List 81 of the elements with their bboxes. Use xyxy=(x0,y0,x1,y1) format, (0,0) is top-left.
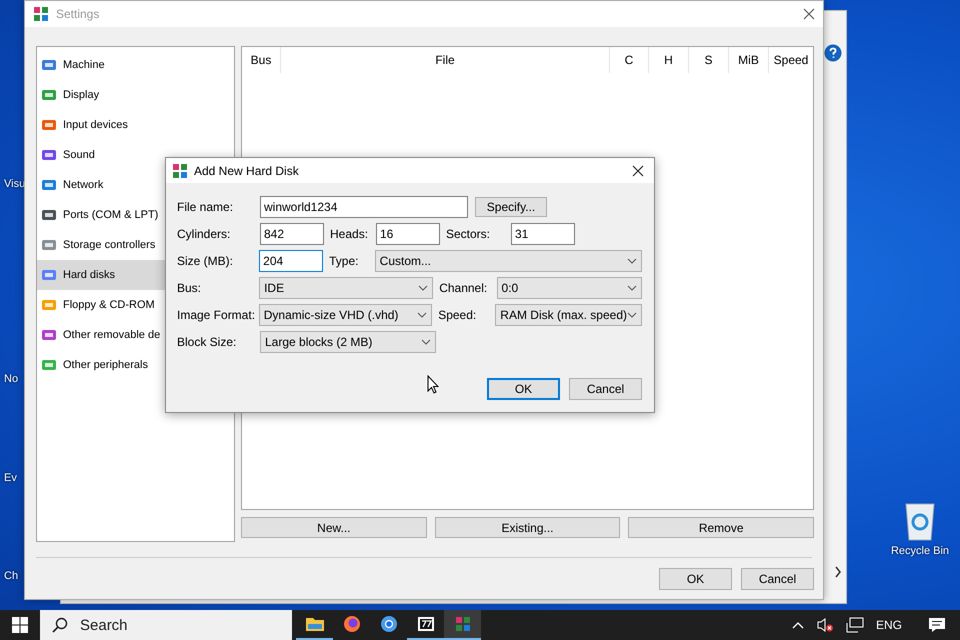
type-dropdown[interactable]: Custom... xyxy=(374,250,642,272)
archive-icon xyxy=(416,615,434,633)
mouse-pointer-icon xyxy=(427,375,439,394)
category-item[interactable]: Input devices xyxy=(37,110,234,140)
dialog-button[interactable]: Cancel xyxy=(741,568,814,590)
field-label: Block Size: xyxy=(177,335,238,349)
device-icon xyxy=(41,237,57,253)
device-icon xyxy=(41,87,57,103)
search-field[interactable]: Search xyxy=(40,610,292,640)
field-label: Heads: xyxy=(329,227,370,241)
device-icon xyxy=(41,117,57,133)
field-label: Type: xyxy=(328,254,360,268)
specify-button[interactable]: Specify... xyxy=(475,197,547,217)
help-icon[interactable] xyxy=(824,44,842,62)
device-icon xyxy=(41,327,57,343)
desktop-icon-label[interactable]: Ch xyxy=(4,570,18,582)
bus-dropdown[interactable]: IDE xyxy=(259,277,434,299)
column-header[interactable]: File xyxy=(281,47,610,73)
close-icon[interactable] xyxy=(632,164,644,176)
column-header[interactable]: MiB xyxy=(729,47,769,73)
column-header[interactable]: Bus xyxy=(242,47,281,73)
close-icon[interactable] xyxy=(803,8,815,20)
app-icon xyxy=(172,162,188,178)
column-header[interactable]: S xyxy=(689,47,729,73)
device-icon xyxy=(41,267,57,283)
category-item[interactable]: Display xyxy=(37,80,234,110)
dialog-title: Add New Hard Disk xyxy=(194,164,299,178)
field-label: File name: xyxy=(177,200,234,214)
device-icon xyxy=(41,297,57,313)
chevron-down-icon xyxy=(418,285,428,291)
heads-field[interactable]: 16 xyxy=(376,223,440,245)
chevron-down-icon xyxy=(626,285,637,291)
desktop-icon-label[interactable]: Recycle Bin xyxy=(890,545,950,557)
dialog-button[interactable]: OK xyxy=(659,568,732,590)
browser-icon xyxy=(380,615,398,633)
app-icon xyxy=(33,6,49,22)
chevron-down-icon xyxy=(421,339,431,345)
network-icon[interactable] xyxy=(846,617,864,633)
cylinders-field[interactable]: 842 xyxy=(260,223,324,245)
file-name-field[interactable]: winworld1234 xyxy=(260,196,468,218)
disk-button[interactable]: New... xyxy=(241,517,427,538)
folder-icon xyxy=(304,616,324,632)
image-format-dropdown[interactable]: Dynamic-size VHD (.vhd) xyxy=(258,304,432,326)
block-size-dropdown[interactable]: Large blocks (2 MB) xyxy=(260,331,436,353)
field-label: Channel: xyxy=(438,281,488,295)
column-header[interactable]: H xyxy=(649,47,689,73)
category-item[interactable]: Machine xyxy=(37,50,234,80)
desktop-icon-label[interactable]: No xyxy=(4,373,18,385)
speaker-muted-icon[interactable] xyxy=(816,617,834,633)
dialog-button[interactable]: OK xyxy=(487,378,560,400)
disk-button[interactable]: Existing... xyxy=(434,517,620,538)
window-title: Settings xyxy=(56,7,100,21)
column-header[interactable]: Speed xyxy=(769,47,813,73)
language-indicator[interactable]: ENG xyxy=(876,618,902,632)
field-label: Image Format: xyxy=(177,308,256,322)
disk-button[interactable]: Remove xyxy=(628,517,814,538)
app-icon xyxy=(454,616,470,632)
chevron-right-icon[interactable] xyxy=(834,566,842,578)
chevron-down-icon xyxy=(417,312,428,318)
device-icon xyxy=(41,147,57,163)
dialog-button[interactable]: Cancel xyxy=(569,378,642,400)
channel-dropdown[interactable]: 0:0 xyxy=(496,277,642,299)
chevron-down-icon xyxy=(627,258,637,264)
field-label: Speed: xyxy=(437,308,478,322)
device-icon xyxy=(41,207,57,223)
size-field[interactable]: 204 xyxy=(259,250,324,272)
speed-dropdown[interactable]: RAM Disk (max. speed) xyxy=(495,304,642,326)
desktop-icon-label[interactable]: Ev xyxy=(4,472,17,484)
sectors-field[interactable]: 31 xyxy=(511,223,575,245)
notifications-icon[interactable] xyxy=(928,617,946,633)
device-icon xyxy=(41,177,57,193)
device-icon xyxy=(41,357,57,373)
field-label: Cylinders: xyxy=(177,227,232,241)
windows-start-icon[interactable] xyxy=(12,617,28,633)
chevron-down-icon xyxy=(627,312,637,318)
device-icon xyxy=(41,57,57,73)
caret-up-icon[interactable] xyxy=(792,621,804,629)
search-icon xyxy=(52,617,68,633)
field-label: Sectors: xyxy=(445,227,492,241)
column-header[interactable]: C xyxy=(610,47,649,73)
browser-icon xyxy=(342,615,360,633)
